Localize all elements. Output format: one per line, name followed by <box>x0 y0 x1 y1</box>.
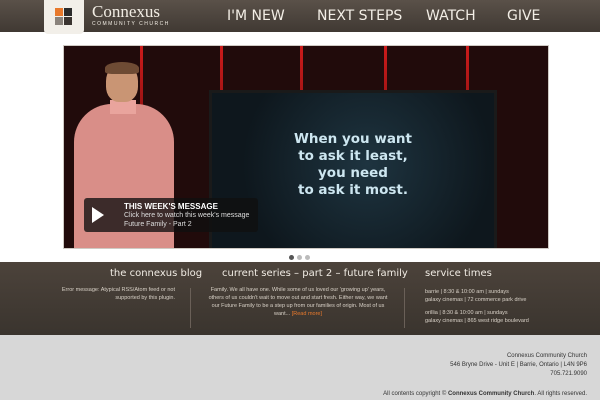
nav-give[interactable]: GIVE <box>507 8 540 24</box>
nav-im-new[interactable]: I'M NEW <box>227 8 285 24</box>
footer: Connexus Community Church 546 Bryne Driv… <box>0 335 600 400</box>
logo-square-dark <box>64 8 72 16</box>
carousel-dot[interactable] <box>297 255 302 260</box>
logo-square-orange <box>55 8 63 16</box>
series-line: others of us couldn't wait to move out a… <box>208 295 388 301</box>
carousel-dot[interactable] <box>305 255 310 260</box>
slide-line: to ask it least, <box>298 148 408 164</box>
brand-name: Connexus <box>92 2 160 21</box>
series-line: our Future Family to be a step up from o… <box>211 303 385 309</box>
slide-line: to ask it most. <box>298 182 408 198</box>
message-title: THIS WEEK'S MESSAGE <box>124 202 218 211</box>
carousel-dots <box>289 255 315 261</box>
series-line: want... <box>274 311 291 317</box>
blog-error-text: Error message: Atypical RSS/Atom feed or… <box>40 286 175 302</box>
service-line: galaxy cinemas | 72 commerce park drive <box>425 297 527 303</box>
slide-text: When you want to ask it least, you need … <box>212 131 494 199</box>
copyright-org: Connexus Community Church <box>447 391 535 397</box>
footer-address: 546 Bryne Drive - Unit E | Barrie, Ontar… <box>450 362 587 368</box>
play-icon[interactable] <box>92 207 104 223</box>
footer-copyright: All contents copyright © Connexus Commun… <box>383 391 587 397</box>
copyright-suffix: . All rights reserved. <box>534 391 587 397</box>
logo-square-dark-2 <box>64 17 72 25</box>
series-line: Family. We all have one. While some of u… <box>210 287 386 293</box>
blog-title[interactable]: the connexus blog <box>110 268 202 279</box>
info-band: the connexus blog Error message: Atypica… <box>0 262 600 335</box>
column-divider <box>404 288 405 328</box>
speaker-collar <box>110 100 136 114</box>
service-times-list: barrie | 8:30 & 10:00 am | sundays galax… <box>425 288 595 325</box>
blog-text-line: Error message: Atypical RSS/Atom feed or… <box>61 287 175 293</box>
footer-org: Connexus Community Church <box>506 353 587 359</box>
brand-subtitle: COMMUNITY CHURCH <box>92 21 170 27</box>
brand[interactable]: Connexus COMMUNITY CHURCH <box>92 2 170 27</box>
slide-line: you need <box>318 165 388 181</box>
service-times-title[interactable]: service times <box>425 268 492 279</box>
copyright-prefix: All contents copyright © <box>383 391 447 397</box>
message-link[interactable]: Click here to watch this week's message <box>124 212 249 219</box>
message-series: Future Family - Part 2 <box>124 221 192 228</box>
nav-watch[interactable]: WATCH <box>426 8 476 24</box>
footer-phone: 705.721.9090 <box>550 371 587 377</box>
logo[interactable] <box>44 0 84 34</box>
series-title[interactable]: current series – part 2 – future family <box>222 268 408 279</box>
service-line: galaxy cinemas | 865 west ridge boulevar… <box>425 318 529 324</box>
read-more-link[interactable]: [Read more] <box>292 311 322 317</box>
service-line: barrie | 8:30 & 10:00 am | sundays <box>425 289 509 295</box>
blog-text-line: supported by this plugin. <box>115 295 175 301</box>
service-line: orillia | 8:30 & 10:00 am | sundays <box>425 310 508 316</box>
slide-line: When you want <box>294 131 412 147</box>
hero-slideshow[interactable]: When you want to ask it least, you need … <box>63 45 549 249</box>
series-description: Family. We all have one. While some of u… <box>200 286 396 318</box>
column-divider <box>190 288 191 328</box>
logo-square-grey <box>55 17 63 25</box>
nav-next-steps[interactable]: NEXT STEPS <box>317 8 402 24</box>
speaker-hair <box>105 62 139 74</box>
carousel-dot-active[interactable] <box>289 255 294 260</box>
watch-message-overlay[interactable]: THIS WEEK'S MESSAGE Click here to watch … <box>84 198 258 232</box>
